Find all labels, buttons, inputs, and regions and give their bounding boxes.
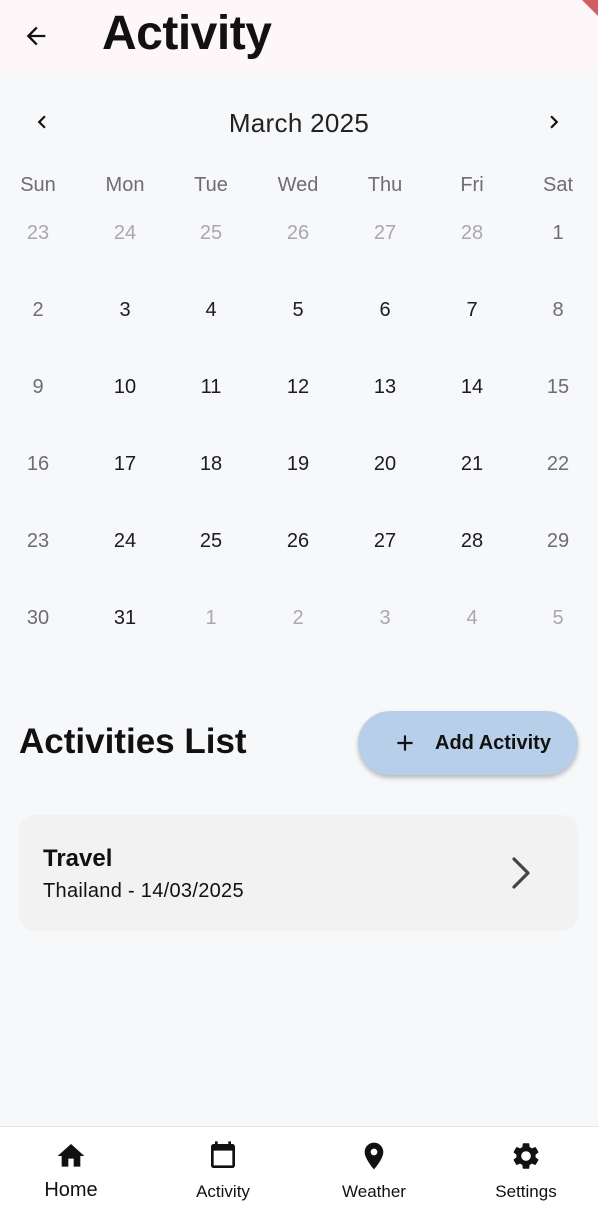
page-title: Activity <box>102 7 272 60</box>
back-button[interactable] <box>14 14 58 58</box>
calendar-week-row: 16 17 18 19 20 21 22 <box>0 439 598 516</box>
weekday-label: Tue <box>194 174 228 196</box>
calendar-day-cell[interactable]: 5 <box>273 285 323 335</box>
calendar-day-cell[interactable]: 2 <box>273 593 323 643</box>
calendar-week-row: 23 24 25 26 27 28 29 <box>0 516 598 593</box>
calendar-header: March 2025 <box>0 96 598 150</box>
nav-label-home: Home <box>44 1179 98 1201</box>
add-activity-label: Add Activity <box>435 731 551 754</box>
activity-title: Travel <box>43 845 113 872</box>
calendar-day-cell[interactable]: 24 <box>100 516 150 566</box>
calendar-day-cell[interactable]: 27 <box>360 516 410 566</box>
calendar-day-cell[interactable]: 16 <box>13 439 63 489</box>
calendar-day-cell[interactable]: 20 <box>360 439 410 489</box>
calendar-day-cell[interactable]: 13 <box>360 362 410 412</box>
nav-item-settings[interactable]: Settings <box>466 1127 586 1208</box>
chevron-right-icon <box>512 857 530 889</box>
next-month-button[interactable] <box>532 100 576 144</box>
nav-item-weather[interactable]: Weather <box>314 1127 434 1208</box>
calendar-week-row: 23 24 25 26 27 28 1 <box>0 208 598 285</box>
weekday-label: Sat <box>542 174 574 196</box>
weekday-label: Thu <box>367 174 403 196</box>
calendar-week-row: 30 31 1 2 3 4 5 <box>0 593 598 670</box>
calendar-day-cell[interactable]: 27 <box>360 208 410 258</box>
calendar-days-grid: 23 24 25 26 27 28 1 2 3 4 5 6 7 8 9 10 11 12 13 14 15 16 17 18 1… <box>0 208 598 670</box>
weekday-label: Wed <box>277 174 319 196</box>
calendar-day-cell[interactable]: 4 <box>447 593 497 643</box>
bottom-navigation-bar: Home Activity Weather Settings <box>0 1126 598 1208</box>
calendar-day-cell[interactable]: 3 <box>100 285 150 335</box>
chevron-right-icon <box>550 115 559 129</box>
calendar-day-cell[interactable]: 30 <box>13 593 63 643</box>
nav-label-settings: Settings <box>495 1182 557 1201</box>
gear-icon <box>513 1143 539 1169</box>
calendar-day-cell[interactable]: 12 <box>273 362 323 412</box>
calendar-week-row: 9 10 11 12 13 14 15 <box>0 362 598 439</box>
plus-icon <box>392 730 418 756</box>
calendar-day-cell[interactable]: 10 <box>100 362 150 412</box>
calendar-day-cell[interactable]: 5 <box>533 593 583 643</box>
calendar-day-cell[interactable]: 1 <box>533 208 583 258</box>
weekday-label: Mon <box>105 174 145 196</box>
calendar-week-row: 2345678 <box>0 285 598 362</box>
calendar-day-cell[interactable]: 3 <box>360 593 410 643</box>
weekday-header-row: Sun Mon Tue Wed Thu Fri Sat <box>0 172 598 200</box>
weekday-label: Fri <box>460 174 484 196</box>
nav-item-activity[interactable]: Activity <box>163 1127 283 1208</box>
debug-banner <box>582 0 598 16</box>
calendar-day-cell[interactable]: 21 <box>447 439 497 489</box>
calendar-day-cell[interactable]: 28 <box>447 516 497 566</box>
calendar-day-cell[interactable]: 25 <box>186 516 236 566</box>
calendar-icon <box>211 1141 235 1168</box>
calendar-day-cell[interactable]: 19 <box>273 439 323 489</box>
calendar-day-cell[interactable]: 4 <box>186 285 236 335</box>
calendar-day-cell[interactable]: 17 <box>100 439 150 489</box>
calendar-day-cell[interactable]: 1 <box>186 593 236 643</box>
calendar-day-cell[interactable]: 6 <box>360 285 410 335</box>
calendar-day-cell[interactable]: 23 <box>13 516 63 566</box>
home-icon <box>57 1144 85 1167</box>
calendar-day-cell[interactable]: 25 <box>186 208 236 258</box>
arrow-left-icon <box>26 26 46 46</box>
calendar-day-cell[interactable]: 22 <box>533 439 583 489</box>
calendar-day-cell[interactable]: 28 <box>447 208 497 258</box>
calendar-day-cell[interactable]: 2 <box>13 285 63 335</box>
calendar-day-cell[interactable]: 18 <box>186 439 236 489</box>
nav-label-activity: Activity <box>196 1182 250 1201</box>
nav-item-home[interactable]: Home <box>11 1127 131 1208</box>
activities-list-title: Activities List <box>19 722 247 761</box>
calendar-day-cell[interactable]: 31 <box>100 593 150 643</box>
calendar-day-cell[interactable]: 29 <box>533 516 583 566</box>
calendar-day-cell[interactable]: 11 <box>186 362 236 412</box>
calendar-day-cell[interactable]: 7 <box>447 285 497 335</box>
activity-card[interactable]: Travel Thailand - 14/03/2025 <box>19 815 578 931</box>
calendar-day-cell[interactable]: 24 <box>100 208 150 258</box>
calendar-day-cell[interactable]: 8 <box>533 285 583 335</box>
nav-label-weather: Weather <box>342 1182 406 1201</box>
calendar-day-cell[interactable]: 23 <box>13 208 63 258</box>
calendar-day-cell[interactable]: 26 <box>273 208 323 258</box>
calendar-day-cell[interactable]: 14 <box>447 362 497 412</box>
app-bar: Activity <box>0 0 598 76</box>
calendar-day-cell[interactable]: 26 <box>273 516 323 566</box>
calendar-day-cell[interactable]: 9 <box>13 362 63 412</box>
weekday-label: Sun <box>20 174 56 196</box>
location-pin-icon <box>364 1142 384 1170</box>
add-activity-button[interactable]: Add Activity <box>358 711 578 775</box>
activity-subtitle: Thailand - 14/03/2025 <box>43 880 244 902</box>
calendar-day-cell[interactable]: 15 <box>533 362 583 412</box>
calendar-month-label: March 2025 <box>228 108 370 138</box>
